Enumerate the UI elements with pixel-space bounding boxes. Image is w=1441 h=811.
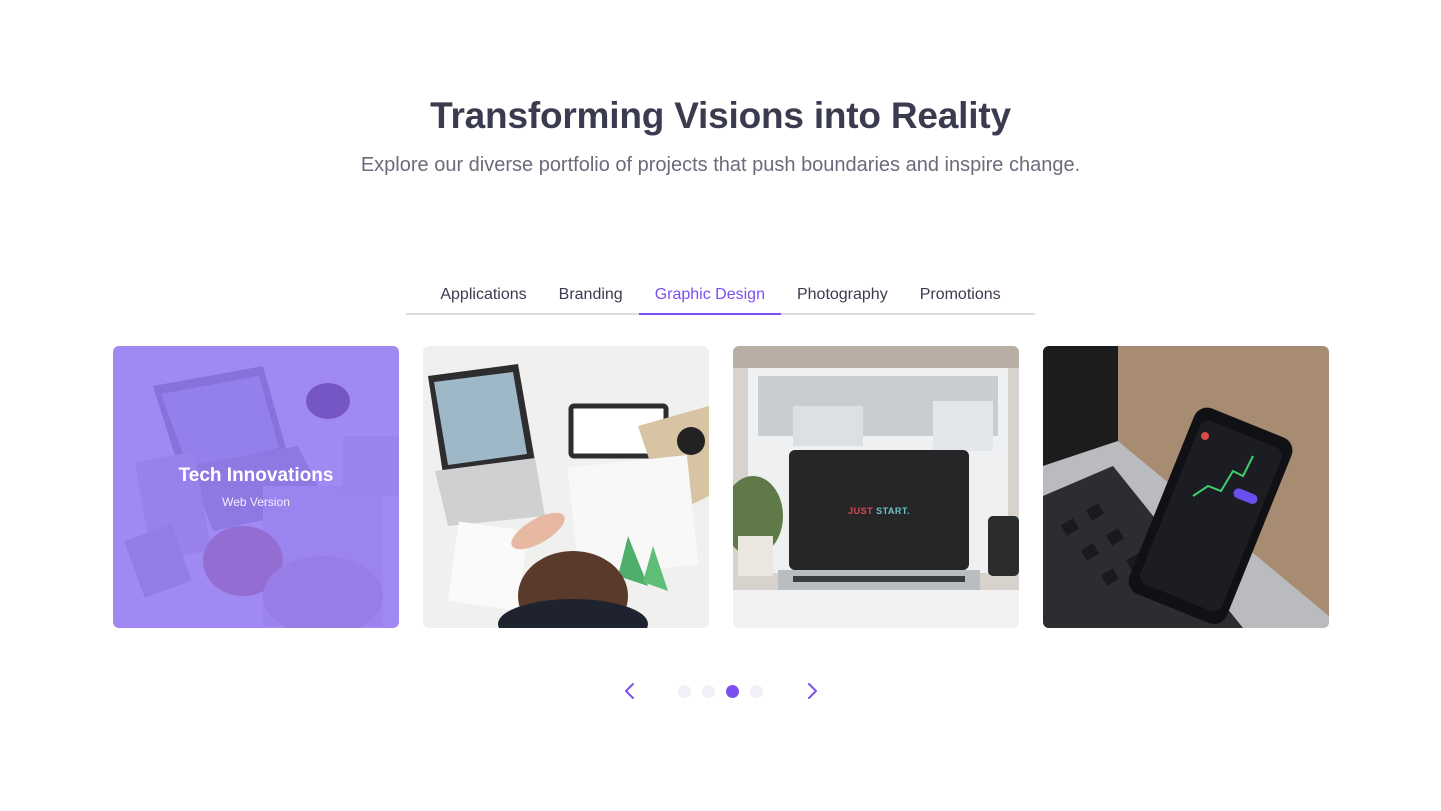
portfolio-section: Transforming Visions into Reality Explor… — [0, 0, 1441, 811]
tab-applications[interactable]: Applications — [424, 283, 542, 313]
phone-trading-app-on-laptop-photo — [1043, 346, 1329, 628]
tab-branding[interactable]: Branding — [543, 283, 639, 313]
portfolio-card-4[interactable] — [1043, 346, 1329, 628]
person-sketching-at-desk-photo — [423, 346, 709, 628]
carousel-dot-3[interactable] — [726, 685, 739, 698]
card-title: Tech Innovations — [178, 465, 334, 486]
chevron-right-icon[interactable] — [802, 681, 822, 701]
card-subtitle: Web Version — [222, 495, 290, 509]
carousel-dot-2[interactable] — [702, 685, 715, 698]
section-title: Transforming Visions into Reality — [430, 95, 1011, 136]
portfolio-card-3[interactable]: JUST START. — [733, 346, 1019, 628]
screen-text-just: JUST — [848, 506, 873, 516]
portfolio-tabs: Applications Branding Graphic Design Pho… — [406, 283, 1035, 315]
svg-text:JUST START.: JUST START. — [848, 506, 910, 516]
chevron-left-icon[interactable] — [620, 681, 640, 701]
screen-text-start: START. — [876, 506, 910, 516]
portfolio-card-tech-innovations[interactable]: Tech Innovations Web Version — [113, 346, 399, 628]
tab-photography[interactable]: Photography — [781, 283, 904, 313]
laptop-just-start-photo: JUST START. — [733, 346, 1019, 628]
section-subtitle: Explore our diverse portfolio of project… — [360, 154, 1081, 176]
portfolio-card-2[interactable] — [423, 346, 709, 628]
tab-promotions[interactable]: Promotions — [904, 283, 1017, 313]
tab-graphic-design[interactable]: Graphic Design — [638, 283, 782, 315]
carousel-dot-4[interactable] — [750, 685, 763, 698]
card-hover-overlay: Tech Innovations Web Version — [113, 346, 399, 628]
carousel-dot-1[interactable] — [678, 685, 691, 698]
